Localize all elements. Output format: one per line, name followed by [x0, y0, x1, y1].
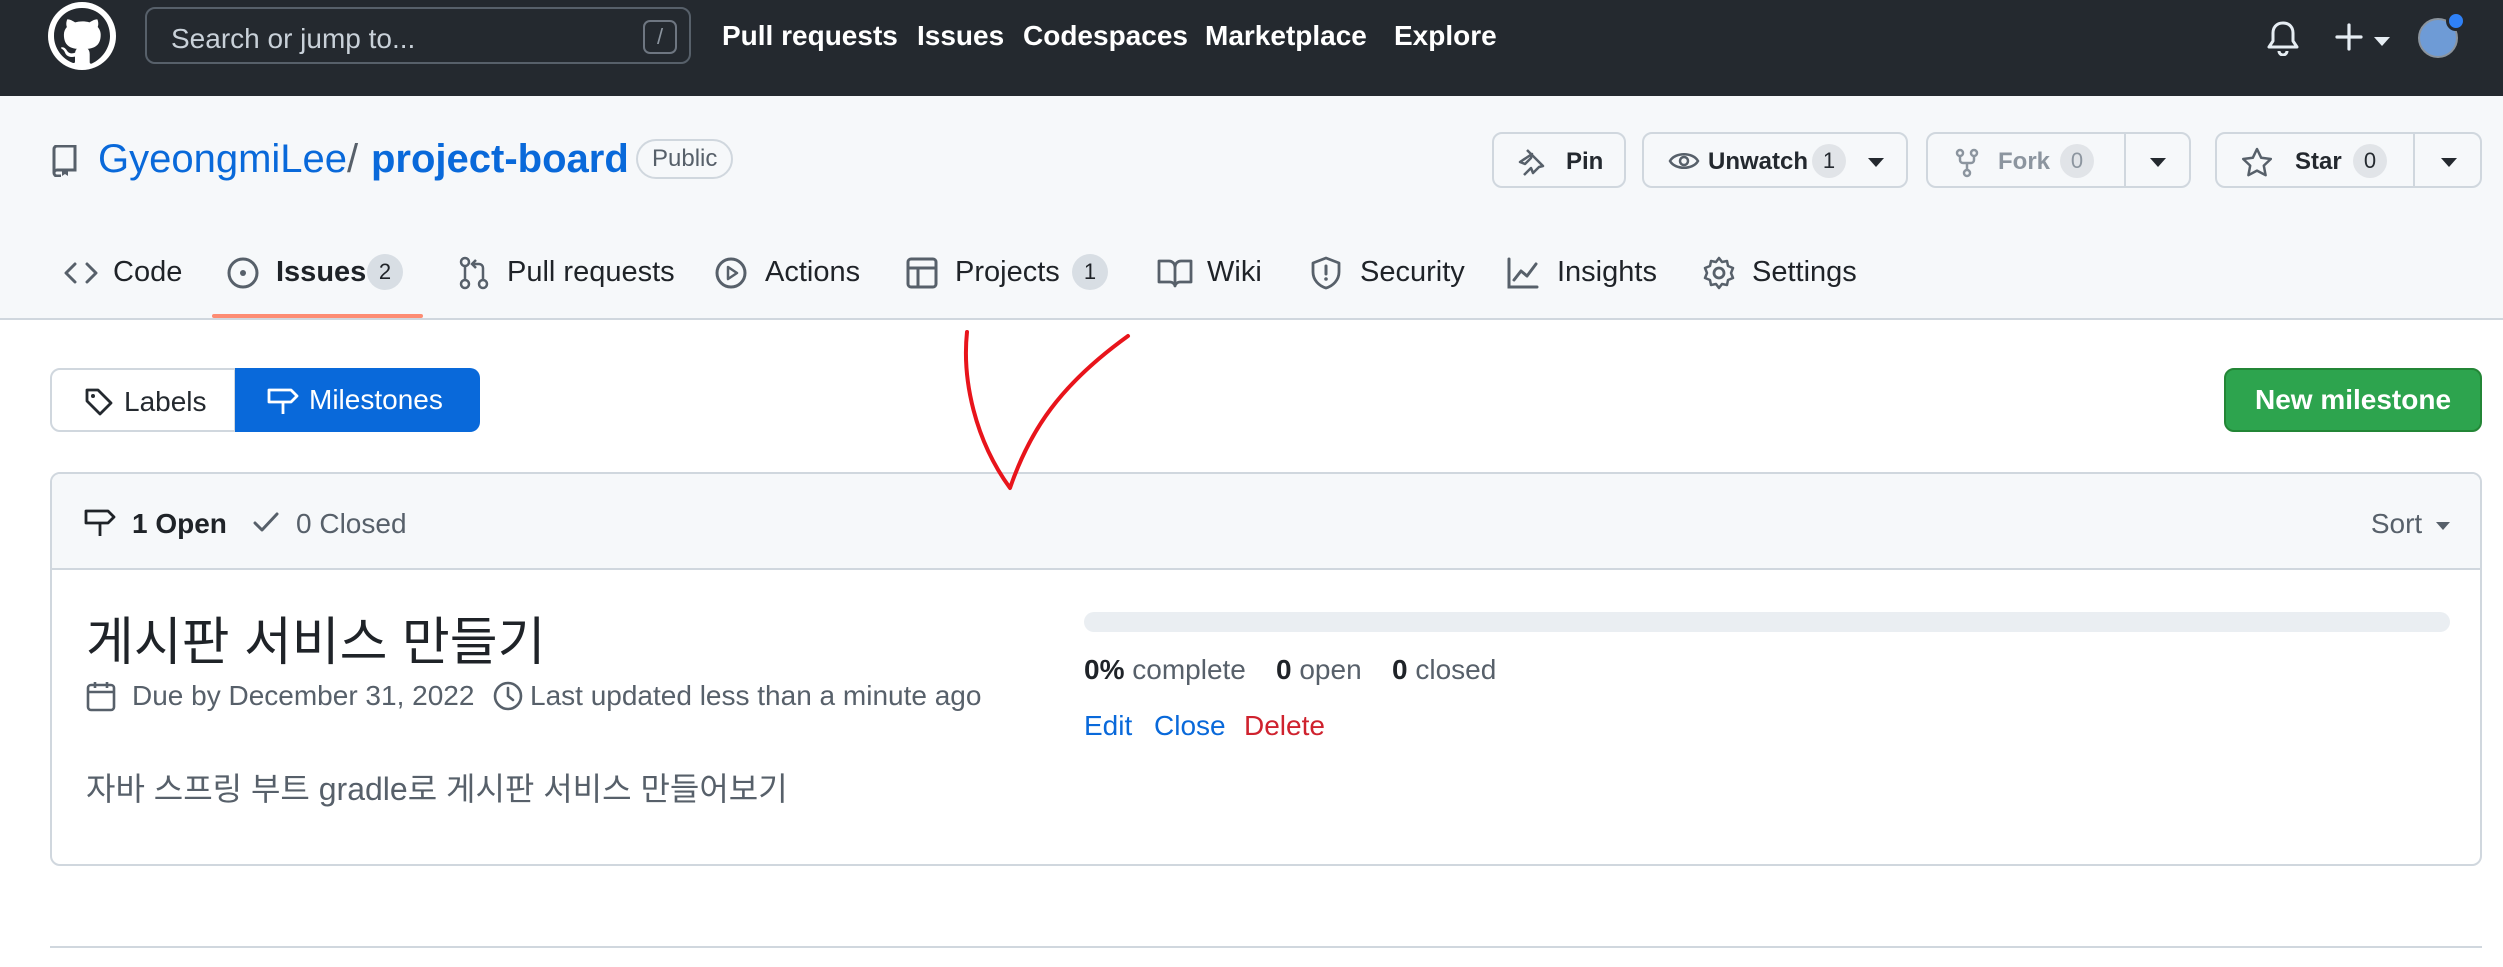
open-count-value: 0	[1276, 654, 1292, 685]
watch-count: 1	[1812, 144, 1846, 178]
closed-count-value: 0	[1392, 654, 1408, 685]
repo-owner-link[interactable]: GyeongmiLee	[98, 137, 347, 182]
visibility-badge: Public	[636, 139, 734, 179]
sort-label: Sort	[2370, 508, 2423, 539]
unwatch-label: Unwatch	[1708, 148, 1809, 175]
milestone-icon	[84, 506, 116, 543]
bell-icon[interactable]	[2266, 20, 2300, 61]
star-icon	[2241, 147, 2273, 184]
percent-complete: 0% complete	[1084, 654, 1246, 686]
close-link[interactable]: Close	[1154, 710, 1226, 742]
pin-icon	[1516, 147, 1546, 184]
new-milestone-button[interactable]: New milestone	[2224, 368, 2482, 432]
tab-actions[interactable]: Actions	[765, 256, 860, 289]
play-icon	[714, 256, 748, 295]
nav-codespaces[interactable]: Codespaces	[1023, 20, 1188, 52]
pin-button[interactable]: Pin	[1492, 132, 1626, 188]
milestone-last-updated: Last updated less than a minute ago	[530, 680, 982, 711]
gear-icon	[1702, 256, 1736, 295]
search-shortcut-key: /	[643, 20, 677, 54]
plus-icon[interactable]	[2334, 22, 2364, 57]
star-label: Star	[2295, 148, 2342, 175]
chevron-down-icon[interactable]	[2441, 158, 2457, 167]
closed-filter[interactable]: 0 Closed	[296, 508, 407, 540]
unwatch-button[interactable]: Unwatch 1	[1642, 132, 1908, 188]
fork-button[interactable]: Fork 0	[1926, 132, 2191, 188]
nav-issues[interactable]: Issues	[917, 20, 1004, 52]
closed-word: closed	[1415, 654, 1497, 685]
tab-security[interactable]: Security	[1360, 256, 1465, 289]
milestones-list: 1 Open 0 Closed Sort 게시판 서비스 만들기 Due by …	[50, 472, 2482, 866]
fork-label: Fork	[1998, 148, 2051, 175]
milestones-list-header: 1 Open 0 Closed Sort	[52, 474, 2480, 570]
repo-name-link[interactable]: project-board	[371, 137, 629, 182]
nav-explore[interactable]: Explore	[1394, 20, 1497, 52]
open-word: open	[1299, 654, 1362, 685]
tab-wiki[interactable]: Wiki	[1207, 256, 1262, 289]
milestones-button[interactable]: Milestones	[235, 368, 480, 432]
search-input[interactable]: Search or jump to... /	[145, 7, 691, 64]
milestone-progress-bar	[1084, 612, 2450, 632]
delete-link[interactable]: Delete	[1244, 710, 1325, 742]
chevron-down-icon	[2436, 521, 2450, 530]
milestone-title-link[interactable]: 게시판 서비스 만들기	[86, 600, 545, 675]
code-icon	[64, 262, 98, 289]
milestones-button-label: Milestones	[309, 384, 443, 415]
chevron-down-icon[interactable]	[2150, 158, 2166, 167]
projects-count-badge: 1	[1072, 254, 1108, 290]
tab-insights[interactable]: Insights	[1557, 256, 1657, 289]
footer-divider	[50, 946, 2482, 948]
labels-button[interactable]: Labels	[50, 368, 236, 432]
check-icon	[252, 510, 280, 539]
nav-pull-requests[interactable]: Pull requests	[722, 20, 898, 52]
milestone-description: 자바 스프링 부트 gradle로 게시판 서비스 만들어보기	[86, 771, 788, 807]
active-tab-indicator	[212, 314, 423, 318]
open-issues-count[interactable]: 0 open	[1276, 654, 1362, 686]
tab-settings[interactable]: Settings	[1752, 256, 1857, 289]
open-filter[interactable]: 1 Open	[132, 508, 227, 540]
percent-value: 0%	[1084, 654, 1125, 685]
labels-button-label: Labels	[124, 386, 207, 417]
tab-projects[interactable]: Projects	[955, 256, 1060, 289]
issue-opened-icon	[226, 256, 260, 295]
closed-issues-count[interactable]: 0 closed	[1392, 654, 1496, 686]
tab-pull-requests[interactable]: Pull requests	[507, 256, 675, 289]
github-logo-icon[interactable]	[48, 2, 116, 70]
milestone-due-date: Due by December 31, 2022	[132, 680, 475, 711]
divider	[2413, 134, 2415, 186]
issues-count-badge: 2	[367, 254, 403, 290]
notification-dot	[2446, 11, 2466, 31]
graph-icon	[1506, 256, 1540, 295]
sort-dropdown[interactable]: Sort	[2371, 508, 2450, 540]
chevron-down-icon	[1868, 158, 1884, 167]
nav-marketplace[interactable]: Marketplace	[1205, 20, 1367, 52]
tab-issues[interactable]: Issues	[276, 256, 366, 289]
complete-word: complete	[1132, 654, 1246, 685]
eye-icon	[1668, 149, 1700, 180]
search-placeholder: Search or jump to...	[171, 23, 416, 54]
fork-icon	[1954, 148, 1980, 185]
fork-count: 0	[2060, 144, 2094, 178]
divider	[2124, 134, 2126, 186]
repo-icon	[50, 144, 78, 182]
tab-code[interactable]: Code	[113, 256, 182, 289]
star-button[interactable]: Star 0	[2215, 132, 2482, 188]
pull-request-icon	[458, 256, 490, 295]
chevron-down-icon[interactable]	[2374, 34, 2390, 52]
book-icon	[1157, 258, 1193, 293]
shield-icon	[1311, 256, 1341, 295]
star-count: 0	[2353, 144, 2387, 178]
edit-link[interactable]: Edit	[1084, 710, 1132, 742]
table-icon	[905, 256, 939, 295]
pin-label: Pin	[1566, 148, 1604, 175]
global-header: Search or jump to... / Pull requests Iss…	[0, 0, 2503, 96]
tag-icon	[84, 387, 114, 424]
clock-icon	[492, 680, 524, 717]
repo-path-separator: /	[347, 137, 359, 181]
milestone-icon	[267, 385, 299, 422]
calendar-icon	[86, 680, 116, 717]
